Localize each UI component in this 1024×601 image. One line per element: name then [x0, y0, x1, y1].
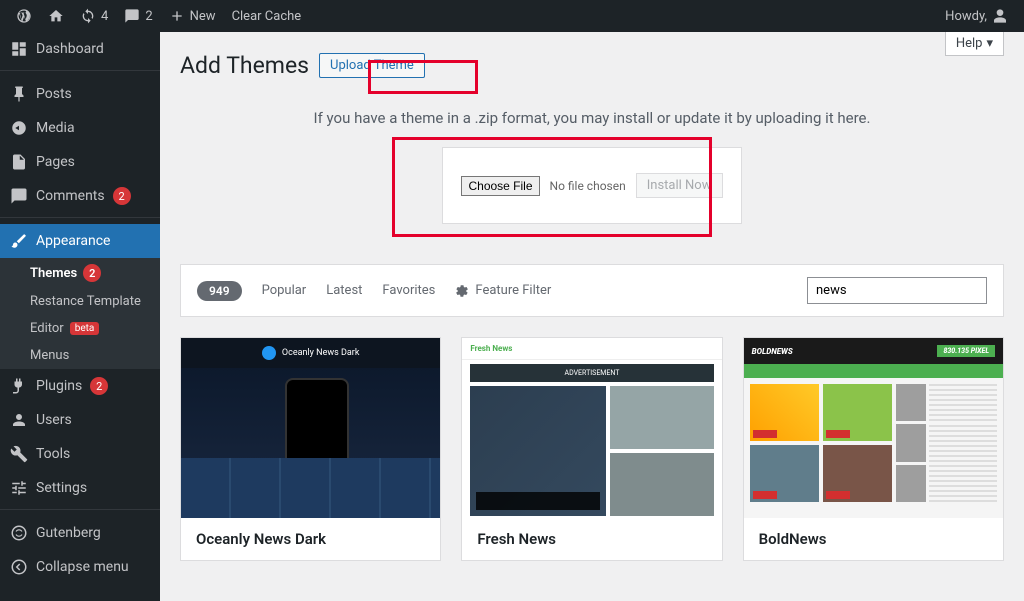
sidebar-item-gutenberg[interactable]: Gutenberg: [0, 516, 160, 550]
clear-cache-button[interactable]: Clear Cache: [224, 0, 310, 32]
comment-icon: [124, 8, 140, 24]
sidebar-item-tools[interactable]: Tools: [0, 437, 160, 471]
media-icon: [10, 119, 28, 137]
filter-latest[interactable]: Latest: [326, 283, 362, 298]
filter-favorites[interactable]: Favorites: [382, 283, 435, 298]
home-icon: [48, 8, 64, 24]
pin-icon: [10, 85, 28, 103]
sliders-icon: [10, 479, 28, 497]
sidebar-item-label: Appearance: [36, 233, 110, 249]
count-badge: 2: [90, 377, 108, 395]
theme-card[interactable]: Fresh News ADVERTISEMENT Fresh News: [461, 337, 722, 561]
sidebar-subitem-themes[interactable]: Themes2: [0, 258, 160, 288]
page-title: Add Themes: [180, 52, 309, 79]
sidebar-item-dashboard[interactable]: Dashboard: [0, 32, 160, 66]
theme-grid: Oceanly News Dark Oceanly News Dark Fres…: [180, 337, 1004, 561]
comment-icon: [10, 187, 28, 205]
sidebar-item-label: Collapse menu: [36, 559, 129, 575]
upload-instructions: If you have a theme in a .zip format, yo…: [180, 109, 1004, 127]
dashboard-icon: [10, 40, 28, 58]
sidebar-item-label: Users: [36, 412, 72, 428]
sidebar-item-label: Posts: [36, 86, 72, 102]
admin-sidebar: Dashboard Posts Media Pages Comments 2 Ap…: [0, 32, 160, 601]
sidebar-item-comments[interactable]: Comments 2: [0, 179, 160, 213]
plus-icon: [169, 8, 185, 24]
gutenberg-icon: [10, 524, 28, 542]
sidebar-item-label: Comments: [36, 188, 105, 204]
sidebar-item-label: Pages: [36, 154, 75, 170]
sidebar-item-label: Settings: [36, 480, 87, 496]
sidebar-item-label: Plugins: [36, 378, 82, 394]
sidebar-item-media[interactable]: Media: [0, 111, 160, 145]
sidebar-item-pages[interactable]: Pages: [0, 145, 160, 179]
user-icon: [10, 411, 28, 429]
theme-count-pill: 949: [197, 281, 242, 301]
admin-toolbar: 4 2 New Clear Cache Howdy,: [0, 0, 1024, 32]
sidebar-item-label: Tools: [36, 446, 70, 462]
site-menu[interactable]: [40, 0, 72, 32]
theme-name: Fresh News: [462, 518, 721, 560]
sidebar-subitem-editor[interactable]: Editorbeta: [0, 315, 160, 342]
sidebar-item-label: Dashboard: [36, 41, 104, 57]
collapse-icon: [10, 558, 28, 576]
theme-card[interactable]: Oceanly News Dark Oceanly News Dark: [180, 337, 441, 561]
avatar-icon: [992, 8, 1008, 24]
count-badge: 2: [83, 264, 101, 282]
sidebar-item-plugins[interactable]: Plugins 2: [0, 369, 160, 403]
search-themes-input[interactable]: [807, 277, 987, 304]
feature-filter-button[interactable]: Feature Filter: [455, 283, 551, 298]
comments-count: 2: [145, 9, 152, 24]
sidebar-item-appearance[interactable]: Appearance: [0, 224, 160, 258]
theme-filter-bar: 949 Popular Latest Favorites Feature Fil…: [180, 264, 1004, 317]
sidebar-collapse[interactable]: Collapse menu: [0, 550, 160, 584]
sidebar-item-users[interactable]: Users: [0, 403, 160, 437]
theme-screenshot: Fresh News ADVERTISEMENT: [462, 338, 721, 518]
plugin-icon: [10, 377, 28, 395]
help-tab[interactable]: Help▾: [945, 32, 1004, 56]
beta-badge: beta: [70, 322, 100, 335]
theme-screenshot: BOLDNEWS830.135 PIXEL: [744, 338, 1003, 518]
theme-card[interactable]: BOLDNEWS830.135 PIXEL BoldNews: [743, 337, 1004, 561]
wordpress-icon: [16, 8, 32, 24]
sidebar-item-posts[interactable]: Posts: [0, 77, 160, 111]
account-menu[interactable]: Howdy,: [937, 0, 1016, 32]
theme-name: Oceanly News Dark: [181, 518, 440, 560]
comments-menu[interactable]: 2: [116, 0, 160, 32]
sidebar-item-settings[interactable]: Settings: [0, 471, 160, 505]
filter-popular[interactable]: Popular: [262, 283, 307, 298]
refresh-icon: [80, 8, 96, 24]
brush-icon: [10, 232, 28, 250]
wp-logo-menu[interactable]: [8, 0, 40, 32]
new-label: New: [190, 9, 216, 24]
theme-name: BoldNews: [744, 518, 1003, 560]
count-badge: 2: [113, 187, 131, 205]
sidebar-item-label: Gutenberg: [36, 525, 101, 541]
page-icon: [10, 153, 28, 171]
main-content: Help▾ Add Themes Upload Theme If you hav…: [160, 32, 1024, 601]
upload-form: Choose File No file chosen Install Now: [442, 147, 742, 224]
howdy-text: Howdy,: [945, 9, 987, 24]
file-status-text: No file chosen: [550, 179, 626, 193]
appearance-submenu: Themes2 Restance Template Editorbeta Men…: [0, 258, 160, 369]
install-now-button[interactable]: Install Now: [636, 173, 723, 198]
sidebar-subitem-restance[interactable]: Restance Template: [0, 288, 160, 315]
updates-count: 4: [101, 9, 108, 24]
updates-menu[interactable]: 4: [72, 0, 116, 32]
wrench-icon: [10, 445, 28, 463]
new-content-menu[interactable]: New: [161, 0, 224, 32]
choose-file-button[interactable]: Choose File: [461, 176, 539, 196]
sidebar-item-label: Media: [36, 120, 75, 136]
theme-screenshot: Oceanly News Dark: [181, 338, 440, 518]
chevron-down-icon: ▾: [986, 36, 993, 51]
upload-theme-button[interactable]: Upload Theme: [319, 53, 425, 78]
sidebar-subitem-menus[interactable]: Menus: [0, 342, 160, 369]
gear-icon: [455, 284, 469, 298]
